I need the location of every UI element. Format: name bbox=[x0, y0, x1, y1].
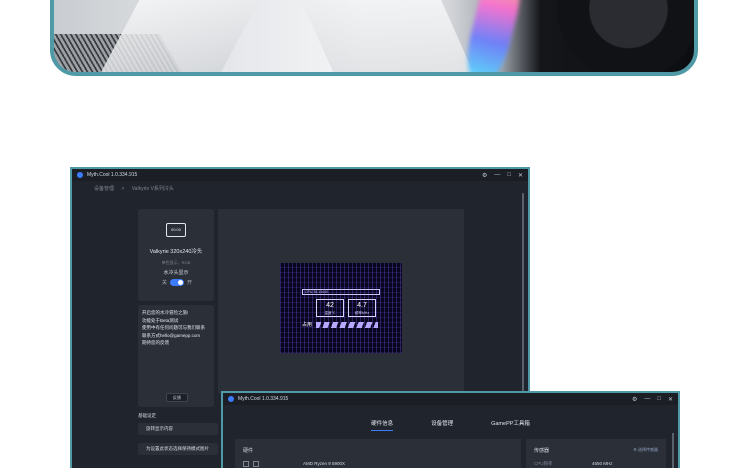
beta-notice-card: 开启您的水冷冒险之旅! 功能处于Beta测试 使用中有任何问题可与我们联系 联系… bbox=[138, 305, 214, 407]
temp-value: 42 bbox=[326, 302, 334, 309]
preview-panel: CPU 35.13440 42 温度℃ 4.7 频率MHz 占用 bbox=[218, 209, 464, 393]
usage-label: 占用 bbox=[302, 322, 313, 328]
settings-icon[interactable]: ⚙ bbox=[482, 172, 487, 179]
maximize-icon[interactable]: □ bbox=[657, 396, 661, 403]
titlebar: Myth.Cool 1.0.334.915 ⚙ — □ ✕ bbox=[223, 393, 678, 405]
hero-fan bbox=[524, 0, 694, 72]
close-icon[interactable]: ✕ bbox=[668, 396, 673, 403]
temp-label: 温度℃ bbox=[324, 311, 336, 315]
app-window-hardware: Myth.Cool 1.0.334.915 ⚙ — □ ✕ 硬件信息 设备管理 … bbox=[221, 391, 680, 468]
cpu-label: CPU bbox=[305, 290, 313, 294]
hero-panel bbox=[94, 0, 274, 72]
window-title: Myth.Cool 1.0.334.915 bbox=[87, 172, 138, 178]
tab-bar: 硬件信息 设备管理 GamePP工具箱 bbox=[223, 419, 678, 431]
display-toggle[interactable] bbox=[170, 279, 185, 286]
checkbox[interactable] bbox=[253, 461, 259, 467]
display-label: 水冷头显示 bbox=[163, 270, 189, 276]
device-name: Valkyrie 320x240冷头 bbox=[149, 249, 203, 255]
cooler-display-icon: 00:00 bbox=[166, 223, 186, 237]
toggle-off-label: 关 bbox=[162, 280, 168, 286]
hero-panel bbox=[289, 0, 479, 72]
page: Myth.Cool 1.0.334.915 ⚙ — □ ✕ 设备管理 > Val… bbox=[0, 0, 750, 468]
sensor-row-label: CPU频率 bbox=[534, 461, 553, 466]
cooler-screen-preview[interactable]: CPU 35.13440 42 温度℃ 4.7 频率MHz 占用 bbox=[280, 263, 402, 353]
freq-label: 频率MHz bbox=[354, 311, 370, 315]
tab-device-management[interactable]: 设备管理 bbox=[431, 419, 453, 431]
sensor-label: 传感器 bbox=[534, 448, 550, 454]
section-label: 基础设定 bbox=[138, 413, 156, 418]
device-card[interactable]: 00:00 Valkyrie 320x240冷头 单色显示、RGB 水冷头显示 … bbox=[138, 209, 214, 301]
sensor-row-value: 4650 MHz bbox=[592, 461, 613, 466]
maximize-icon[interactable]: □ bbox=[507, 172, 511, 179]
scrollbar[interactable] bbox=[672, 433, 674, 468]
titlebar: Myth.Cool 1.0.334.915 ⚙ — □ ✕ bbox=[72, 169, 528, 181]
checkbox[interactable] bbox=[243, 461, 249, 467]
setting-rotate-display[interactable]: 旋转显示内容 bbox=[138, 423, 218, 435]
hardware-panel: 硬件 AMD Ryzen 9 5900X bbox=[235, 439, 521, 468]
cpu-bar: CPU 35.13440 bbox=[302, 289, 380, 295]
cpu-model: AMD Ryzen 9 5900X bbox=[303, 461, 346, 466]
feedback-button[interactable]: 反馈 bbox=[166, 393, 188, 402]
select-sensor-link[interactable]: ⚙ 选择传感器 bbox=[633, 447, 658, 453]
notice-line: 期待您的反馈 bbox=[142, 340, 169, 345]
notice-line: 开启您的水冷冒险之旅! bbox=[142, 310, 189, 315]
freq-value: 4.7 bbox=[357, 302, 367, 309]
hero-product-photo bbox=[50, 0, 698, 76]
breadcrumb: 设备管理 > Valkyrie V系列冷头 bbox=[94, 185, 180, 192]
minimize-icon[interactable]: — bbox=[494, 172, 500, 179]
settings-icon[interactable]: ⚙ bbox=[632, 396, 637, 403]
scrollbar[interactable] bbox=[522, 193, 524, 393]
cpu-usage: 35.13440 bbox=[313, 290, 328, 294]
hero-rgb-light bbox=[460, 0, 528, 72]
setting-hold-image[interactable]: 为设置此状态选择保持模式图片 bbox=[138, 443, 218, 455]
notice-line: 功能处于Beta测试 bbox=[142, 317, 179, 323]
close-icon[interactable]: ✕ bbox=[518, 172, 523, 179]
minimize-icon[interactable]: — bbox=[644, 396, 650, 403]
window-title: Myth.Cool 1.0.334.915 bbox=[238, 396, 289, 402]
display-toggle-row: 关 开 bbox=[162, 279, 192, 286]
tab-gamepp-toolbox[interactable]: GamePP工具箱 bbox=[491, 419, 530, 431]
breadcrumb-item[interactable]: 设备管理 bbox=[94, 186, 114, 192]
device-subtitle: 单色显示、RGB bbox=[161, 260, 191, 265]
breadcrumb-item: Valkyrie V系列冷头 bbox=[131, 186, 174, 192]
tab-hardware-info[interactable]: 硬件信息 bbox=[371, 419, 394, 431]
breadcrumb-separator: > bbox=[121, 186, 125, 192]
toggle-on-label: 开 bbox=[187, 280, 193, 286]
app-logo-icon bbox=[77, 172, 83, 178]
usage-stripes bbox=[316, 322, 378, 328]
notice-line: 使用中有任何问题可与我们联系 bbox=[142, 325, 205, 330]
hardware-label: 硬件 bbox=[243, 448, 254, 454]
app-logo-icon bbox=[228, 396, 234, 402]
sensor-panel: 传感器 ⚙ 选择传感器 CPU频率 4650 MHz bbox=[526, 439, 666, 468]
notice-line: 联系方式hello@gamepp.com bbox=[142, 332, 201, 338]
